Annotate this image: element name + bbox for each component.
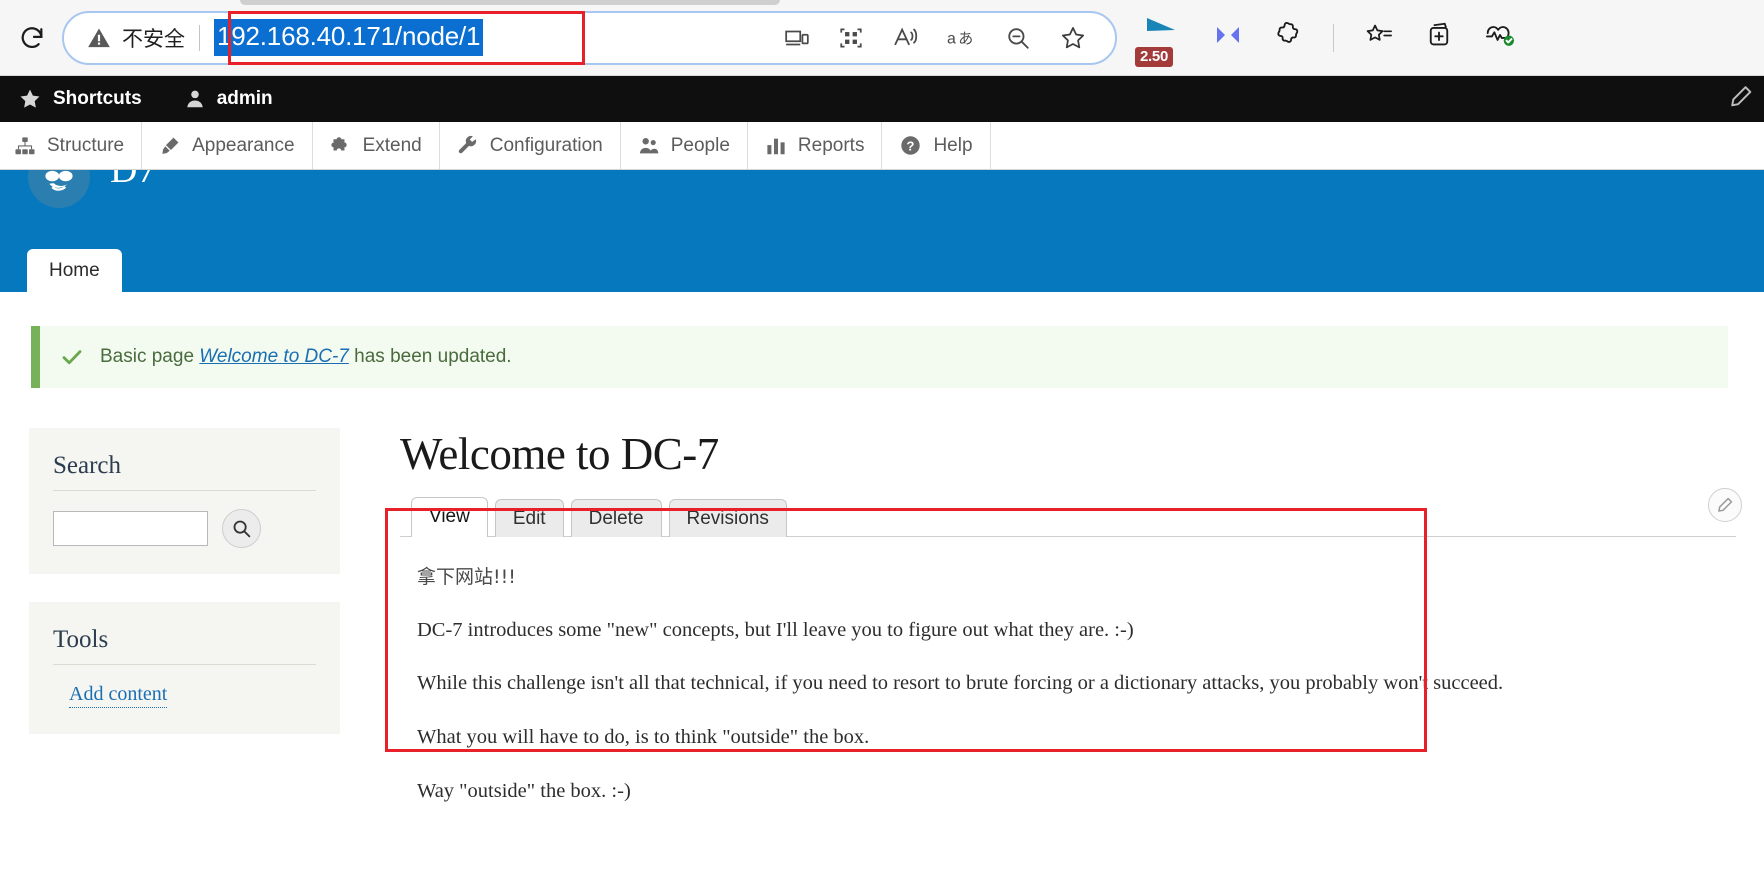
sidebar-link-add-content[interactable]: Add content bbox=[69, 683, 168, 708]
search-input[interactable] bbox=[53, 511, 208, 546]
url-input[interactable]: 192.168.40.171/node/1 bbox=[214, 13, 784, 63]
tools-block-title: Tools bbox=[53, 626, 316, 665]
favorite-star-icon[interactable] bbox=[1059, 24, 1087, 52]
tab-view[interactable]: View bbox=[411, 497, 488, 537]
body-paragraph: What you will have to do, is to think "o… bbox=[417, 725, 870, 748]
tab-delete[interactable]: Delete bbox=[570, 499, 662, 537]
search-form bbox=[53, 509, 316, 548]
extension-badge: 2.50 bbox=[1135, 46, 1173, 67]
drupal-admin-toolbar: Shortcuts admin bbox=[0, 76, 1764, 122]
omnibox-divider bbox=[199, 24, 200, 51]
home-tab[interactable]: Home bbox=[27, 249, 122, 292]
puzzle-icon bbox=[330, 136, 347, 150]
split-screen-icon[interactable] bbox=[1213, 22, 1243, 53]
browser-toolbar-right: 2.50 bbox=[1135, 15, 1754, 67]
node-body: 拿下网站!!! DC-7 introduces some "new" conce… bbox=[400, 537, 1736, 835]
site-logo[interactable] bbox=[28, 170, 90, 208]
menu-label: Configuration bbox=[489, 134, 603, 156]
svg-text:a: a bbox=[947, 30, 956, 47]
star-icon bbox=[20, 89, 40, 108]
shortcuts-label: Shortcuts bbox=[53, 88, 142, 109]
menu-label: People bbox=[670, 134, 730, 156]
menu-item-extend[interactable]: Extend bbox=[313, 122, 440, 169]
translate-icon[interactable]: a あ bbox=[947, 25, 977, 51]
toolbar-divider bbox=[1333, 23, 1334, 52]
page-columns: Search Tools Add content Welcome to DC-7 bbox=[0, 388, 1764, 835]
person-icon bbox=[186, 90, 203, 108]
page-content: Basic page Welcome to DC-7 has been upda… bbox=[0, 326, 1764, 836]
bar-chart-icon bbox=[767, 138, 785, 154]
menu-item-help[interactable]: ? Help bbox=[882, 122, 991, 169]
search-submit-button[interactable] bbox=[222, 509, 261, 548]
user-account-button[interactable]: admin bbox=[180, 87, 291, 111]
menu-item-configuration[interactable]: Configuration bbox=[440, 122, 621, 169]
status-node-link[interactable]: Welcome to DC-7 bbox=[199, 346, 349, 367]
node-tabs: View Edit Delete Revisions bbox=[400, 497, 1736, 537]
status-suffix: has been updated. bbox=[348, 346, 512, 367]
paintbrush-icon bbox=[162, 137, 179, 154]
body-paragraph: While this challenge isn't all that tech… bbox=[417, 672, 1504, 695]
tab-edit[interactable]: Edit bbox=[494, 499, 564, 537]
body-paragraph: 拿下网站!!! bbox=[417, 566, 516, 588]
tools-block: Tools Add content bbox=[29, 602, 340, 734]
body-paragraph: DC-7 introduces some "new" concepts, but… bbox=[417, 618, 1134, 641]
user-label: admin bbox=[216, 88, 273, 109]
people-icon bbox=[639, 137, 659, 153]
blue-flag-extension-icon bbox=[1147, 17, 1175, 31]
svg-text:?: ? bbox=[907, 138, 915, 153]
extensions-puzzle-icon[interactable] bbox=[1273, 20, 1303, 55]
shortcuts-button[interactable]: Shortcuts bbox=[14, 87, 160, 111]
menu-label: Appearance bbox=[192, 134, 295, 156]
toolbar-edit-pencil-icon[interactable] bbox=[1728, 84, 1754, 115]
drupal-droplet-icon bbox=[45, 170, 73, 191]
search-block: Search bbox=[29, 428, 340, 574]
status-message: Basic page Welcome to DC-7 has been upda… bbox=[31, 326, 1728, 388]
sidebar: Search Tools Add content bbox=[0, 428, 340, 835]
site-header: D7 Home bbox=[0, 170, 1764, 292]
search-icon bbox=[233, 520, 251, 538]
structure-icon bbox=[15, 136, 35, 154]
address-bar[interactable]: 不安全 192.168.40.171/node/1 a あ bbox=[62, 10, 1117, 65]
reload-button[interactable] bbox=[10, 16, 54, 60]
url-text[interactable]: 192.168.40.171/node/1 bbox=[214, 19, 484, 56]
favorites-list-icon[interactable] bbox=[1364, 20, 1394, 55]
main-content: Welcome to DC-7 View Edit Delete Revisio… bbox=[340, 428, 1764, 835]
site-security-chip[interactable]: 不安全 bbox=[86, 23, 185, 53]
browser-chrome: 不安全 192.168.40.171/node/1 a あ 2.50 bbox=[0, 0, 1764, 76]
menu-item-structure[interactable]: Structure bbox=[0, 122, 143, 169]
menu-item-reports[interactable]: Reports bbox=[748, 122, 883, 169]
svg-text:あ: あ bbox=[958, 29, 973, 47]
wrench-icon bbox=[458, 135, 476, 153]
menu-item-appearance[interactable]: Appearance bbox=[142, 122, 313, 169]
omnibox-actions: a あ bbox=[784, 24, 1101, 52]
tab-revisions[interactable]: Revisions bbox=[668, 499, 787, 537]
body-paragraph: Way "outside" the box. :-) bbox=[417, 779, 631, 802]
page-title: Welcome to DC-7 bbox=[400, 429, 719, 479]
menu-item-people[interactable]: People bbox=[621, 122, 748, 169]
read-aloud-icon[interactable] bbox=[892, 24, 919, 51]
collections-add-icon[interactable] bbox=[1424, 20, 1454, 55]
status-prefix: Basic page bbox=[100, 346, 200, 367]
status-message-text: Basic page Welcome to DC-7 has been upda… bbox=[100, 346, 512, 368]
site-name[interactable]: D7 bbox=[110, 170, 156, 192]
browser-essentials-icon[interactable] bbox=[1484, 20, 1516, 55]
security-label: 不安全 bbox=[122, 26, 185, 51]
menu-label: Reports bbox=[797, 134, 865, 156]
menu-label: Structure bbox=[47, 134, 125, 156]
warning-triangle-icon bbox=[88, 27, 110, 47]
menu-label: Help bbox=[933, 134, 973, 156]
zoom-out-icon[interactable] bbox=[1005, 25, 1031, 51]
qr-code-icon[interactable] bbox=[838, 25, 864, 51]
checkmark-icon bbox=[62, 350, 82, 365]
drupal-menu-bar: Structure Appearance Extend Configuratio… bbox=[0, 122, 1764, 170]
menu-label: Extend bbox=[362, 134, 422, 156]
tab-strip-stub bbox=[240, 0, 780, 5]
search-block-title: Search bbox=[53, 452, 316, 491]
device-cast-icon[interactable] bbox=[784, 25, 810, 51]
extension-button[interactable]: 2.50 bbox=[1135, 15, 1183, 67]
question-circle-icon: ? bbox=[901, 136, 921, 155]
